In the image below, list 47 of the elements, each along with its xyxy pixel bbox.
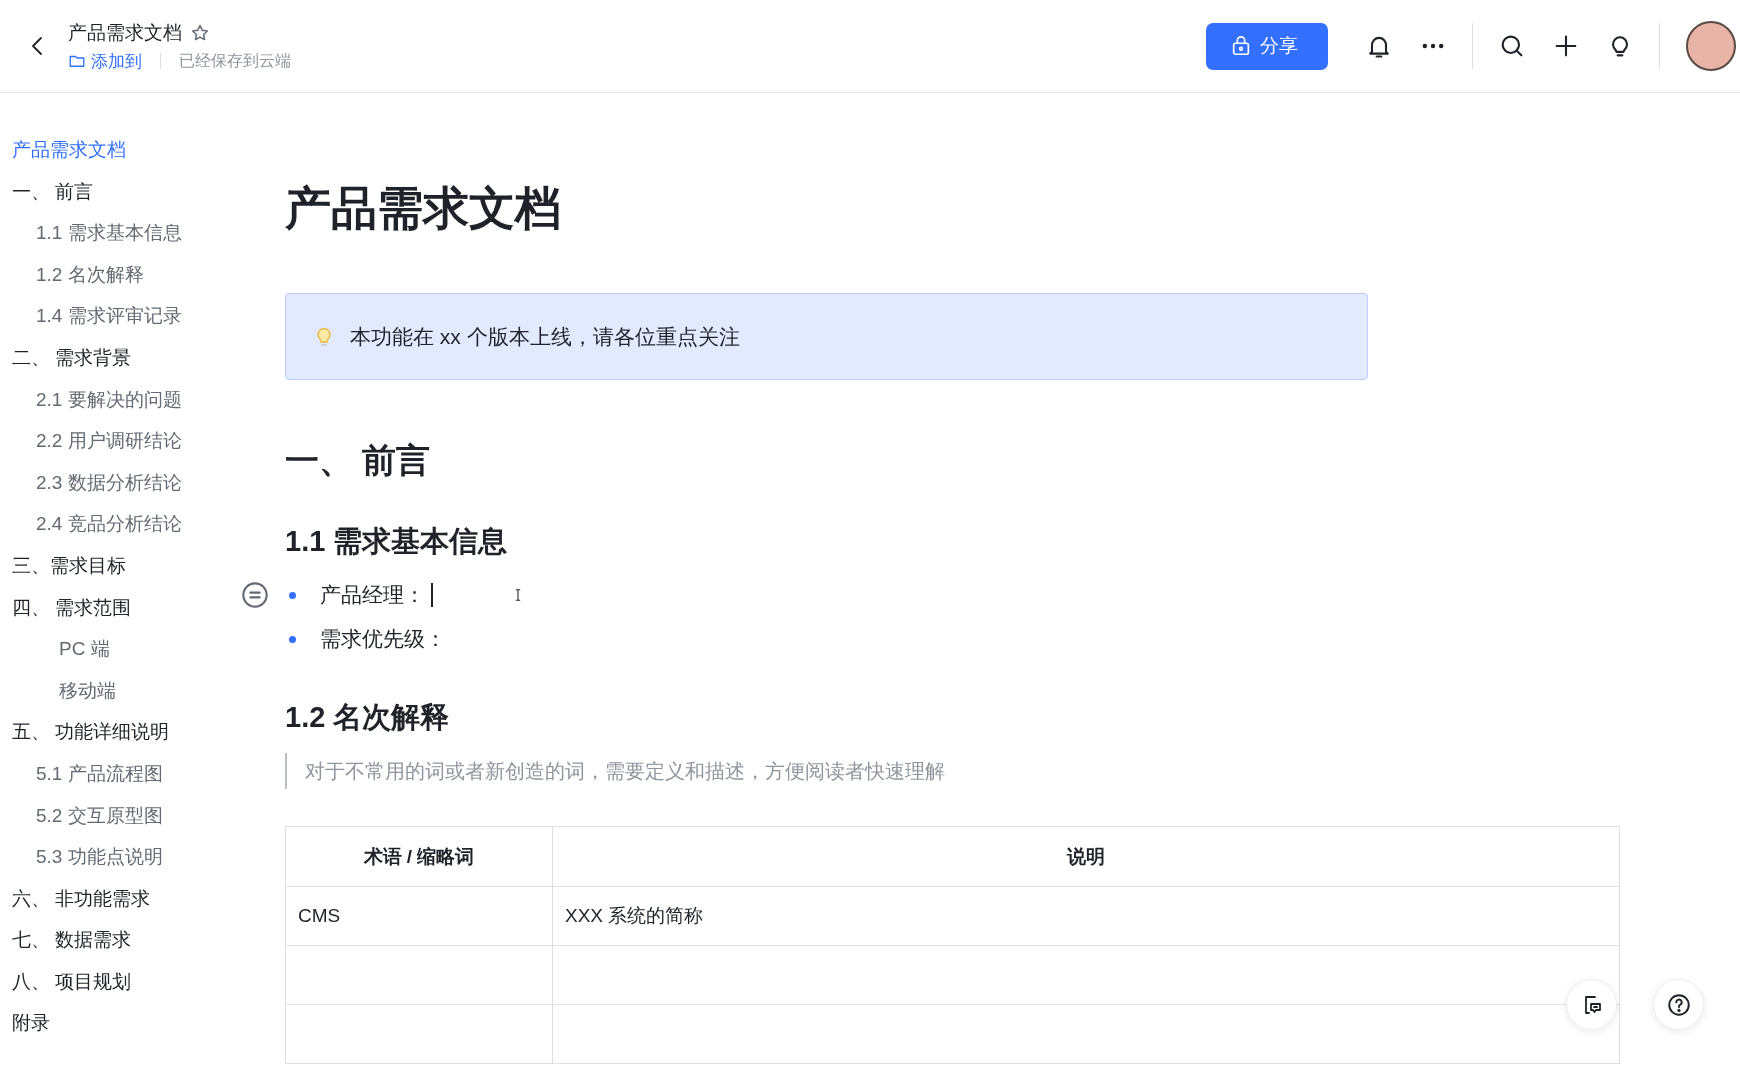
outline-item[interactable]: 2.4 竞品分析结论 — [12, 503, 285, 545]
outline-item[interactable]: 2.1 要解决的问题 — [12, 378, 285, 421]
outline-item[interactable]: PC 端 — [12, 628, 285, 670]
document-title: 产品需求文档 — [68, 20, 182, 45]
outline-item[interactable]: 产品需求文档 — [12, 129, 285, 171]
share-button[interactable]: 分享 — [1206, 22, 1328, 70]
add-to-folder-button[interactable]: 添加到 — [68, 49, 142, 73]
star-icon[interactable] — [190, 22, 210, 43]
outline-item[interactable]: 一、 前言 — [12, 170, 285, 213]
lock-icon — [1230, 35, 1252, 57]
save-status: 已经保存到云端 — [179, 50, 291, 71]
help-button[interactable] — [1653, 979, 1704, 1030]
document-title: 产品需求文档 — [285, 181, 562, 236]
outline-item[interactable]: 二、 需求背景 — [12, 336, 285, 379]
section-heading: 一、 前言 — [285, 440, 432, 481]
subsection-heading: 1.1 需求基本信息 — [285, 524, 509, 559]
block-handle-icon[interactable] — [241, 581, 269, 609]
list-item-text: 需求优先级： — [320, 626, 446, 652]
block-quote: 对于不常用的词或者新创造的词，需要定义和描述，方便阅读者快速理解 — [285, 753, 1740, 789]
subsection-heading: 1.2 名次解释 — [285, 700, 451, 735]
outline-item[interactable]: 移动端 — [12, 669, 285, 712]
column-header: 术语 / 缩略词 — [285, 826, 553, 887]
outline-item[interactable]: 三、需求目标 — [12, 544, 285, 587]
bullet-icon — [289, 591, 296, 599]
help-icon — [1665, 991, 1692, 1018]
outline-item[interactable]: 附录 — [12, 1002, 285, 1045]
outline-item[interactable]: 1.2 名次解释 — [12, 253, 285, 296]
bullet-icon — [289, 635, 296, 643]
outline-item[interactable]: 五、 功能详细说明 — [12, 711, 285, 753]
callout-text: 本功能在 xx 个版本上线，请各位重点关注 — [350, 323, 740, 350]
outline-item[interactable]: 1.1 需求基本信息 — [12, 212, 285, 254]
table-cell: XXX 系统的简称 — [552, 886, 1620, 946]
outline-item[interactable]: 六、 非功能需求 — [12, 877, 285, 920]
avatar[interactable] — [1686, 21, 1736, 71]
outline-item[interactable]: 2.3 数据分析结论 — [12, 461, 285, 504]
table-cell: CMS — [285, 886, 553, 946]
outline-item[interactable]: 七、 数据需求 — [12, 919, 285, 961]
list-item-text: 产品经理： — [320, 582, 425, 608]
column-header: 说明 — [552, 826, 1620, 887]
outline-item[interactable]: 八、 项目规划 — [12, 960, 285, 1003]
outline-item[interactable]: 四、 需求范围 — [12, 586, 285, 629]
outline-item[interactable]: 1.4 需求评审记录 — [12, 295, 285, 337]
outline-item[interactable]: 2.2 用户调研结论 — [12, 420, 285, 462]
outline-item[interactable]: 5.3 功能点说明 — [12, 836, 285, 878]
comment-button[interactable] — [1566, 979, 1617, 1030]
outline-item[interactable]: 5.1 产品流程图 — [12, 752, 285, 795]
outline-item[interactable]: 5.2 交互原型图 — [12, 794, 285, 837]
